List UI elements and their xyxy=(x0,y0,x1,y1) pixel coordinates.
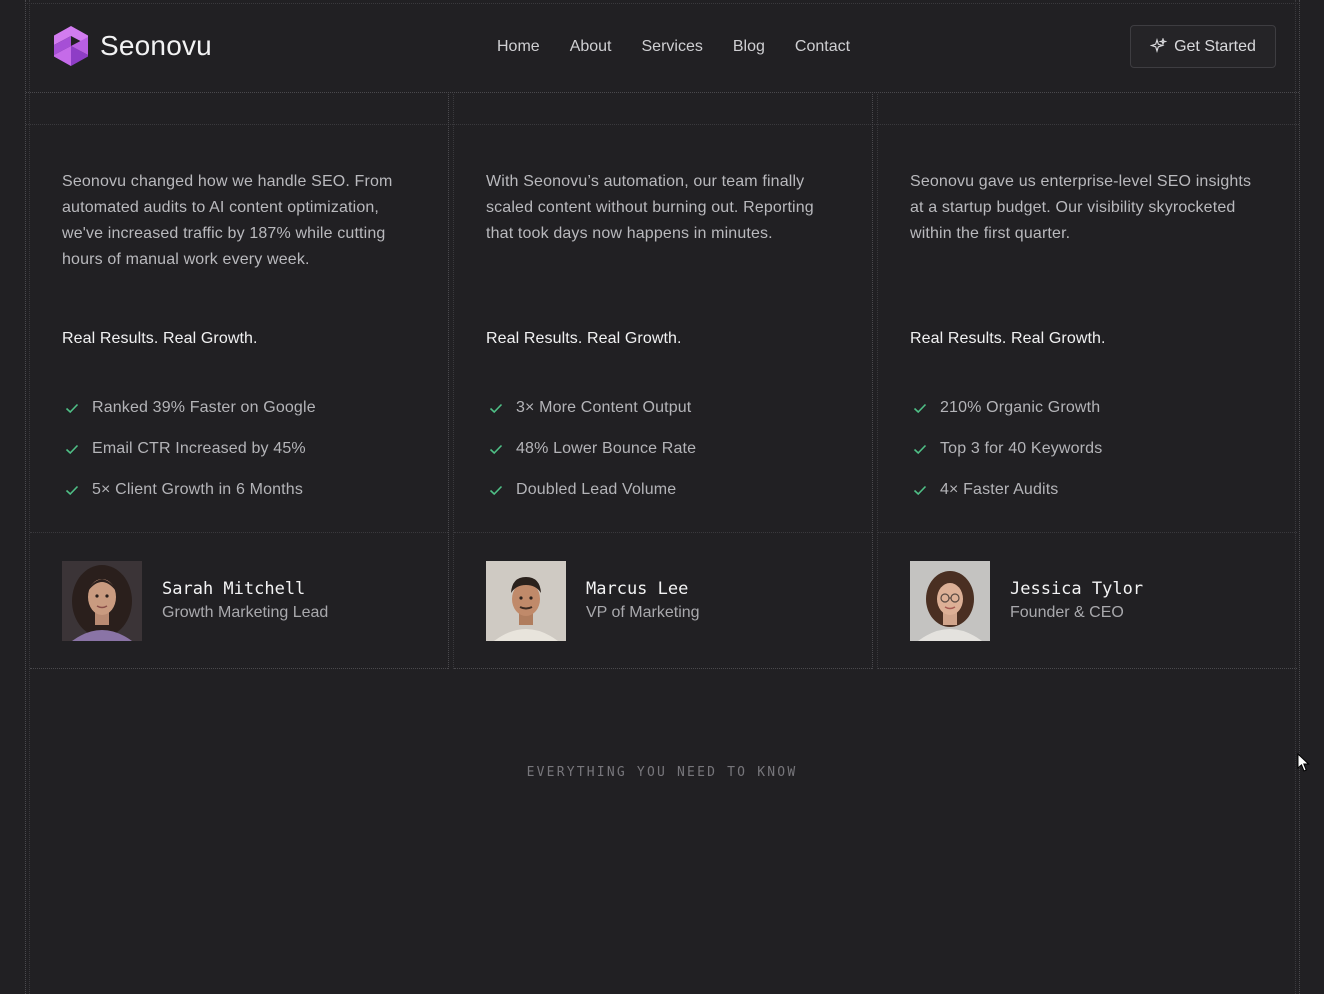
faq-eyebrow: EVERYTHING YOU NEED TO KNOW xyxy=(526,765,798,780)
author-role: Growth Marketing Lead xyxy=(162,604,329,621)
nav-blog[interactable]: Blog xyxy=(733,38,765,56)
list-item: 48% Lower Bounce Rate xyxy=(486,428,696,469)
avatar xyxy=(910,561,990,641)
get-started-label: Get Started xyxy=(1174,37,1256,55)
author-role: Founder & CEO xyxy=(1010,604,1124,621)
brand-name: Seonovu xyxy=(100,30,212,61)
brand-logo[interactable]: Seonovu xyxy=(52,25,212,67)
testimonial-quote: Seonovu gave us enterprise-level SEO ins… xyxy=(910,173,1252,242)
result-text: Email CTR Increased by 45% xyxy=(92,439,306,457)
avatar xyxy=(62,561,142,641)
get-started-button[interactable]: Get Started xyxy=(1130,25,1276,68)
results-list: Ranked 39% Faster on Google Email CTR In… xyxy=(62,387,316,510)
main-nav: Home About Services Blog Contact xyxy=(497,38,850,56)
author-name: Sarah Mitchell xyxy=(162,579,306,599)
results-title: Real Results. Real Growth. xyxy=(910,330,1106,347)
mouse-cursor-icon xyxy=(1297,753,1310,772)
results-title: Real Results. Real Growth. xyxy=(62,330,258,347)
result-text: 48% Lower Bounce Rate xyxy=(516,439,697,457)
check-icon xyxy=(489,403,503,413)
seonovu-logo-icon xyxy=(54,26,88,66)
nav-about[interactable]: About xyxy=(570,38,612,56)
testimonial-author: Marcus Lee VP of Marketing xyxy=(486,561,700,641)
check-icon xyxy=(489,485,503,495)
result-text: 3× More Content Output xyxy=(516,398,692,416)
author-name: Jessica Tylor xyxy=(1010,579,1144,599)
check-icon xyxy=(65,485,79,495)
testimonial-author: Jessica Tylor Founder & CEO xyxy=(910,561,1143,641)
check-icon xyxy=(489,444,503,454)
results-title: Real Results. Real Growth. xyxy=(486,330,682,347)
sparkle-icon xyxy=(1150,38,1168,54)
list-item: Top 3 for 40 Keywords xyxy=(910,428,1102,469)
site-header: Seonovu Home About Services Blog Contact… xyxy=(26,0,1299,93)
author-name: Marcus Lee xyxy=(586,579,689,599)
list-item: 4× Faster Audits xyxy=(910,469,1102,510)
check-icon xyxy=(913,444,927,454)
result-text: 5× Client Growth in 6 Months xyxy=(92,480,303,498)
result-text: 4× Faster Audits xyxy=(940,480,1059,498)
avatar xyxy=(486,561,566,641)
list-item: Doubled Lead Volume xyxy=(486,469,696,510)
nav-contact[interactable]: Contact xyxy=(795,38,850,56)
testimonial-quote: With Seonovu’s automation, our team fina… xyxy=(486,173,814,242)
testimonial-author: Sarah Mitchell Growth Marketing Lead xyxy=(62,561,328,641)
check-icon xyxy=(65,403,79,413)
result-text: 210% Organic Growth xyxy=(940,398,1101,416)
list-item: 3× More Content Output xyxy=(486,387,696,428)
check-icon xyxy=(913,403,927,413)
nav-services[interactable]: Services xyxy=(642,38,703,56)
results-list: 210% Organic Growth Top 3 for 40 Keyword… xyxy=(910,387,1102,510)
testimonial-quote: Seonovu changed how we handle SEO. From … xyxy=(62,173,393,268)
list-item: Ranked 39% Faster on Google xyxy=(62,387,316,428)
author-role: VP of Marketing xyxy=(586,604,700,621)
list-item: Email CTR Increased by 45% xyxy=(62,428,316,469)
result-text: Ranked 39% Faster on Google xyxy=(92,398,316,416)
list-item: 5× Client Growth in 6 Months xyxy=(62,469,316,510)
check-icon xyxy=(913,485,927,495)
nav-home[interactable]: Home xyxy=(497,38,540,56)
testimonial-card: Seonovu gave us enterprise-level SEO ins… xyxy=(877,94,1297,669)
testimonial-card: Seonovu changed how we handle SEO. From … xyxy=(30,94,449,669)
result-text: Top 3 for 40 Keywords xyxy=(940,439,1103,457)
check-icon xyxy=(65,444,79,454)
testimonial-card: With Seonovu’s automation, our team fina… xyxy=(453,94,873,669)
results-list: 3× More Content Output 48% Lower Bounce … xyxy=(486,387,696,510)
result-text: Doubled Lead Volume xyxy=(516,480,677,498)
list-item: 210% Organic Growth xyxy=(910,387,1102,428)
